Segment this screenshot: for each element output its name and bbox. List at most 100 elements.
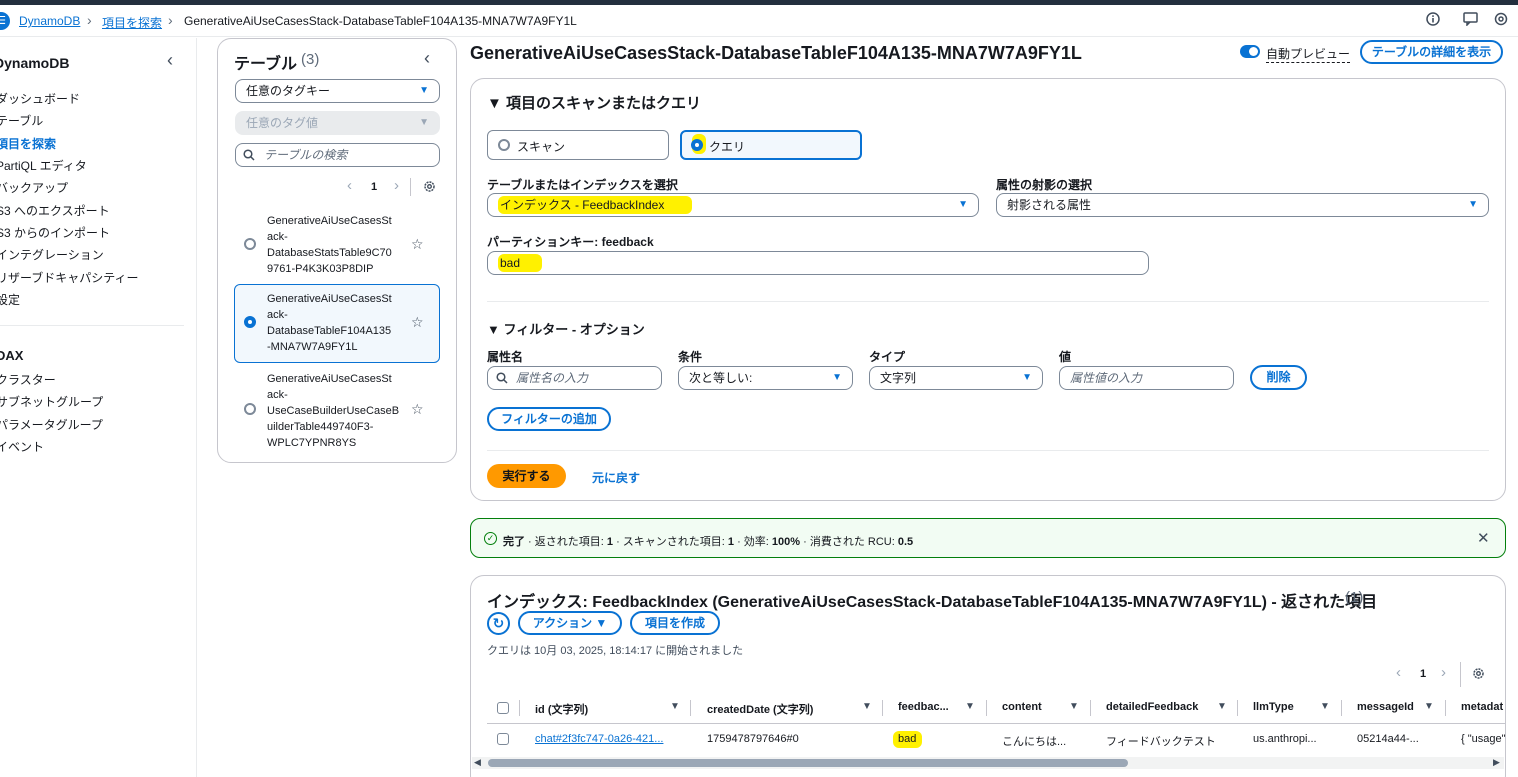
scan-option[interactable] (487, 130, 669, 160)
create-item-button[interactable]: 項目を作成 (630, 611, 720, 635)
nav-item-events[interactable]: イベント (0, 438, 44, 455)
column-header-feedback[interactable]: feedbac... (898, 701, 949, 713)
tables-page-prev[interactable]: ‹ (347, 177, 352, 194)
gear-icon[interactable] (1472, 667, 1485, 683)
sort-down-icon[interactable]: ▼ (1424, 701, 1434, 712)
scroll-left-icon[interactable]: ◀ (474, 757, 481, 768)
actions-button[interactable]: アクション ▼ (518, 611, 622, 635)
nav-item-parameter-groups[interactable]: パラメータグループ (0, 416, 103, 433)
status-complete: 完了 (503, 536, 525, 548)
collapse-tables-icon[interactable]: ‹ (424, 48, 430, 69)
caret-down-icon: ▼ (419, 117, 429, 128)
attribute-name-input[interactable]: 属性名の入力 (487, 366, 662, 390)
nav-item-import-s3[interactable]: S3 からのインポート (0, 224, 110, 241)
results-page-next[interactable]: › (1441, 664, 1446, 681)
column-header-created-date[interactable]: createdDate (文字列) (707, 701, 813, 717)
remove-filter-button[interactable]: 削除 (1250, 365, 1307, 390)
section-divider (487, 450, 1489, 451)
column-header-detailed-feedback[interactable]: detailedFeedback (1106, 701, 1198, 713)
sort-down-icon[interactable]: ▼ (670, 701, 680, 712)
filter-section-title[interactable]: ▼ フィルター - オプション (487, 319, 645, 338)
table-name-line: ack- (267, 389, 288, 401)
row-checkbox[interactable] (497, 733, 509, 745)
view-table-details-button[interactable]: テーブルの詳細を表示 (1360, 40, 1503, 64)
caret-down-icon: ▼ (832, 372, 842, 383)
nav-item-tables[interactable]: テーブル (0, 112, 43, 129)
nav-divider (0, 325, 184, 326)
partition-key-label: パーティションキー: feedback (487, 235, 654, 249)
auto-preview-label[interactable]: 自動プレビュー (1266, 45, 1351, 63)
info-icon[interactable] (1425, 12, 1441, 28)
table-radio-selected[interactable] (244, 316, 256, 328)
nav-item-backups[interactable]: バックアップ (0, 179, 68, 196)
results-page-number[interactable]: 1 (1420, 668, 1426, 680)
nav-item-export-s3[interactable]: S3 へのエクスポート (0, 202, 110, 219)
sort-down-icon[interactable]: ▼ (1217, 701, 1227, 712)
nav-item-settings[interactable]: 設定 (0, 291, 20, 308)
query-option[interactable] (680, 130, 862, 160)
nav-item-integrations[interactable]: インテグレーション (0, 246, 104, 263)
query-radio[interactable] (691, 139, 703, 151)
condition-select[interactable]: 次と等しい: ▼ (678, 366, 853, 390)
reset-button[interactable]: 元に戻す (592, 469, 640, 486)
nav-item-partiql-editor[interactable]: PartiQL エディタ (0, 157, 87, 174)
breadcrumb-dynamodb[interactable]: DynamoDB (19, 14, 80, 28)
table-search-input[interactable]: テーブルの検索 (235, 143, 440, 167)
gear-icon[interactable] (423, 180, 436, 196)
run-button[interactable]: 実行する (487, 464, 566, 488)
nav-item-explore-items[interactable]: 項目を探索 (0, 135, 56, 152)
breadcrumb-explore-items[interactable]: 項目を探索 (102, 14, 162, 31)
search-icon (496, 372, 508, 387)
table-radio[interactable] (244, 238, 256, 250)
table-name-line: ack- (267, 309, 288, 321)
tag-key-select[interactable]: 任意のタグキー ▼ (235, 79, 440, 103)
type-select[interactable]: 文字列 ▼ (869, 366, 1043, 390)
collapse-nav-icon[interactable]: ‹ (167, 50, 173, 71)
column-header-metadata[interactable]: metadat (1461, 701, 1503, 713)
scan-radio[interactable] (498, 139, 510, 151)
nav-item-reserved-capacity[interactable]: リザーブドキャパシティー (0, 269, 139, 286)
column-header-llm-type[interactable]: llmType (1253, 701, 1294, 713)
feedback-icon[interactable] (1462, 12, 1478, 28)
add-filter-button[interactable]: フィルターの追加 (487, 407, 611, 431)
attribute-value-input[interactable]: 属性値の入力 (1059, 366, 1234, 390)
auto-preview-toggle[interactable] (1240, 45, 1260, 58)
column-separator (1090, 700, 1091, 716)
column-header-message-id[interactable]: messageId (1357, 701, 1414, 713)
tables-page-next[interactable]: › (394, 177, 399, 194)
sort-down-icon[interactable]: ▼ (965, 701, 975, 712)
table-name-line: UseCaseBuilderUseCaseB (267, 405, 400, 417)
favorite-star-icon[interactable]: ☆ (411, 236, 424, 253)
column-header-content[interactable]: content (1002, 701, 1042, 713)
projection-label: 属性の射影の選択 (996, 178, 1093, 192)
tables-page-number[interactable]: 1 (371, 181, 377, 193)
horizontal-scrollbar-thumb[interactable] (488, 759, 1128, 767)
scroll-right-icon[interactable]: ▶ (1493, 757, 1500, 768)
refresh-icon[interactable]: ↻ (487, 612, 510, 635)
attribute-name-label: 属性名 (487, 350, 524, 364)
sort-down-icon[interactable]: ▼ (862, 701, 872, 712)
nav-item-clusters[interactable]: クラスター (0, 371, 56, 388)
table-radio[interactable] (244, 403, 256, 415)
favorite-star-icon[interactable]: ☆ (411, 401, 424, 418)
partition-key-input[interactable]: bad (487, 251, 1149, 275)
settings-icon[interactable] (1493, 12, 1509, 28)
column-separator (1341, 700, 1342, 716)
search-icon (243, 149, 255, 164)
table-index-select[interactable]: インデックス - FeedbackIndex ▼ (487, 193, 979, 217)
projection-select[interactable]: 射影される属性 ▼ (996, 193, 1489, 217)
sort-down-icon[interactable]: ▼ (1069, 701, 1079, 712)
nav-item-dashboard[interactable]: ダッシュボード (0, 90, 80, 107)
nav-item-subnet-groups[interactable]: サブネットグループ (0, 393, 103, 410)
favorite-star-icon[interactable]: ☆ (411, 314, 424, 331)
column-header-id[interactable]: id (文字列) (535, 701, 588, 717)
table-index-label: テーブルまたはインデックスを選択 (487, 178, 678, 192)
side-nav-title[interactable]: DynamoDB (0, 55, 69, 71)
scan-query-section-title[interactable]: ▼ 項目のスキャンまたはクエリ (487, 92, 701, 113)
row-id-link[interactable]: chat#2f3fc747-0a26-421... (535, 733, 663, 745)
table-index-value: インデックス - FeedbackIndex (498, 196, 693, 214)
close-banner-icon[interactable]: ✕ (1477, 529, 1490, 547)
results-page-prev[interactable]: ‹ (1396, 664, 1401, 681)
select-all-checkbox[interactable] (497, 702, 509, 714)
sort-down-icon[interactable]: ▼ (1320, 701, 1330, 712)
